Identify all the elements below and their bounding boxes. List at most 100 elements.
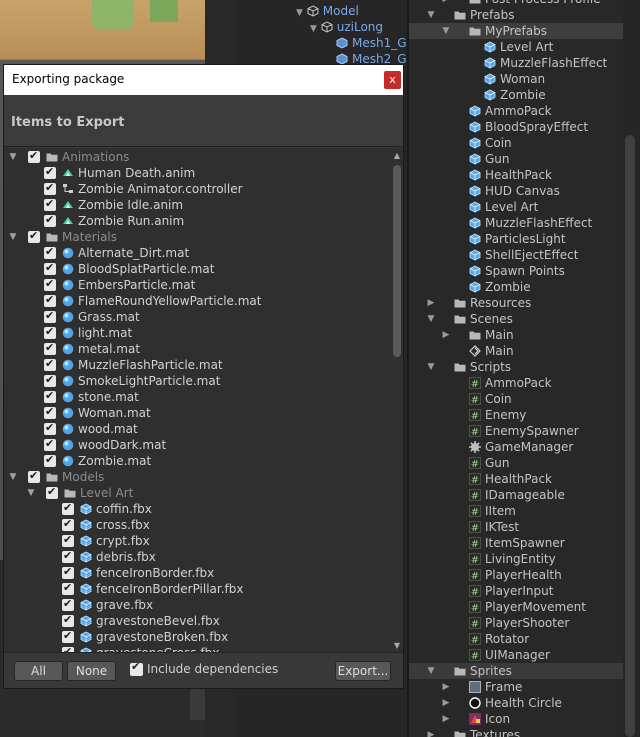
- project-row[interactable]: ▶ Frame: [409, 679, 640, 695]
- hierarchy-row-model[interactable]: ▼ Model: [296, 3, 359, 19]
- project-row[interactable]: # UIManager: [409, 647, 640, 663]
- dialog-titlebar[interactable]: Exporting package x: [4, 65, 403, 95]
- include-checkbox[interactable]: [62, 580, 74, 596]
- tree-item-row[interactable]: Zombie.mat: [4, 452, 389, 469]
- tree-item-row[interactable]: coffin.fbx: [4, 500, 389, 517]
- project-row[interactable]: # Rotator: [409, 631, 640, 647]
- project-row[interactable]: # IItem: [409, 503, 640, 519]
- project-row[interactable]: # PlayerShooter: [409, 615, 640, 631]
- tree-item-row[interactable]: grave.fbx: [4, 596, 389, 613]
- tree-folder-row[interactable]: ▼ Level Art: [4, 484, 389, 501]
- all-button[interactable]: All: [14, 661, 63, 681]
- project-row[interactable]: # PlayerMovement: [409, 599, 640, 615]
- tree-item-row[interactable]: Zombie Run.anim: [4, 212, 389, 229]
- include-checkbox[interactable]: [44, 372, 56, 388]
- tree-folder-row[interactable]: ▼ Materials: [4, 228, 389, 245]
- include-checkbox[interactable]: [62, 628, 74, 644]
- project-row[interactable]: Level Art: [409, 199, 640, 215]
- project-row[interactable]: ▶ Main: [409, 327, 640, 343]
- include-checkbox[interactable]: [62, 516, 74, 532]
- project-row[interactable]: MuzzleFlashEffect: [409, 215, 640, 231]
- tree-item-row[interactable]: Grass.mat: [4, 308, 389, 325]
- project-row[interactable]: ▼ MyPrefabs: [409, 23, 640, 39]
- tree-item-row[interactable]: MuzzleFlashParticle.mat: [4, 356, 389, 373]
- include-checkbox[interactable]: [44, 340, 56, 356]
- project-row[interactable]: Main: [409, 343, 640, 359]
- include-checkbox[interactable]: [62, 612, 74, 628]
- none-button[interactable]: None: [67, 661, 116, 681]
- project-row[interactable]: HUD Canvas: [409, 183, 640, 199]
- include-dependencies-checkbox[interactable]: [130, 660, 143, 676]
- close-button[interactable]: x: [384, 71, 401, 89]
- tree-item-row[interactable]: Zombie Idle.anim: [4, 196, 389, 213]
- project-row[interactable]: Coin: [409, 135, 640, 151]
- project-row[interactable]: # Enemy: [409, 407, 640, 423]
- tree-item-row[interactable]: gravestoneBevel.fbx: [4, 612, 389, 629]
- project-row[interactable]: ▶ Resources: [409, 295, 640, 311]
- project-row[interactable]: # PlayerInput: [409, 583, 640, 599]
- hierarchy-row-uzilong[interactable]: ▼ uziLong: [310, 19, 383, 35]
- tree-item-row[interactable]: FlameRoundYellowParticle.mat: [4, 292, 389, 309]
- include-checkbox[interactable]: [62, 548, 74, 564]
- expand-arrow-icon[interactable]: ▼: [8, 469, 18, 485]
- project-row[interactable]: AmmoPack: [409, 103, 640, 119]
- include-checkbox[interactable]: [28, 228, 40, 244]
- project-row[interactable]: ▶ Post Process Profile: [409, 0, 640, 7]
- project-row[interactable]: Gun: [409, 151, 640, 167]
- collapse-arrow-icon[interactable]: ▶: [426, 295, 436, 311]
- scroll-down-icon[interactable]: ▼: [392, 641, 402, 651]
- scroll-up-icon[interactable]: ▲: [392, 151, 402, 161]
- include-checkbox[interactable]: [44, 244, 56, 260]
- project-row[interactable]: ▼ Sprites: [409, 663, 640, 679]
- tree-item-row[interactable]: gravestoneBroken.fbx: [4, 628, 389, 645]
- tree-item-row[interactable]: fenceIronBorderPillar.fbx: [4, 580, 389, 597]
- project-scrollbar-thumb[interactable]: [625, 135, 635, 737]
- expand-arrow-icon[interactable]: ▼: [426, 663, 436, 679]
- include-checkbox[interactable]: [44, 420, 56, 436]
- expand-arrow-icon[interactable]: ▼: [8, 149, 18, 165]
- project-row[interactable]: ▶ Health Circle: [409, 695, 640, 711]
- export-button[interactable]: Export...: [335, 661, 391, 681]
- include-checkbox[interactable]: [44, 388, 56, 404]
- project-row[interactable]: ParticlesLight: [409, 231, 640, 247]
- project-row[interactable]: ▶ Icon: [409, 711, 640, 727]
- tree-item-row[interactable]: crypt.fbx: [4, 532, 389, 549]
- include-checkbox[interactable]: [44, 212, 56, 228]
- tree-item-row[interactable]: metal.mat: [4, 340, 389, 357]
- expand-arrow-icon[interactable]: ▼: [426, 7, 436, 23]
- tree-scrollbar-thumb[interactable]: [393, 165, 401, 357]
- tree-folder-row[interactable]: ▼ Animations: [4, 148, 389, 165]
- tree-item-row[interactable]: Human Death.anim: [4, 164, 389, 181]
- expand-arrow-icon[interactable]: ▼: [8, 229, 18, 245]
- project-row[interactable]: # LivingEntity: [409, 551, 640, 567]
- project-row[interactable]: Zombie: [409, 279, 640, 295]
- tree-item-row[interactable]: fenceIronBorder.fbx: [4, 564, 389, 581]
- project-row[interactable]: # IKTest: [409, 519, 640, 535]
- expand-arrow-icon[interactable]: ▼: [426, 359, 436, 375]
- tree-item-row[interactable]: SmokeLightParticle.mat: [4, 372, 389, 389]
- include-checkbox[interactable]: [62, 532, 74, 548]
- project-row[interactable]: Spawn Points: [409, 263, 640, 279]
- tree-item-row[interactable]: BloodSplatParticle.mat: [4, 260, 389, 277]
- include-checkbox[interactable]: [44, 276, 56, 292]
- include-checkbox[interactable]: [44, 324, 56, 340]
- include-checkbox[interactable]: [46, 484, 58, 500]
- tree-item-row[interactable]: wood.mat: [4, 420, 389, 437]
- project-row[interactable]: Zombie: [409, 87, 640, 103]
- project-row[interactable]: # PlayerHealth: [409, 567, 640, 583]
- project-row[interactable]: # EnemySpawner: [409, 423, 640, 439]
- project-row[interactable]: ▼ Scenes: [409, 311, 640, 327]
- include-checkbox[interactable]: [62, 500, 74, 516]
- include-checkbox[interactable]: [44, 452, 56, 468]
- tree-folder-row[interactable]: ▼ Models: [4, 468, 389, 485]
- project-row[interactable]: GameManager: [409, 439, 640, 455]
- project-row[interactable]: # ItemSpawner: [409, 535, 640, 551]
- collapse-arrow-icon[interactable]: ▶: [441, 679, 451, 695]
- project-row[interactable]: BloodSprayEffect: [409, 119, 640, 135]
- project-row[interactable]: # AmmoPack: [409, 375, 640, 391]
- include-checkbox[interactable]: [44, 260, 56, 276]
- project-row[interactable]: ▼ Prefabs: [409, 7, 640, 23]
- project-row[interactable]: # Coin: [409, 391, 640, 407]
- project-row[interactable]: Woman: [409, 71, 640, 87]
- project-row[interactable]: MuzzleFlashEffect: [409, 55, 640, 71]
